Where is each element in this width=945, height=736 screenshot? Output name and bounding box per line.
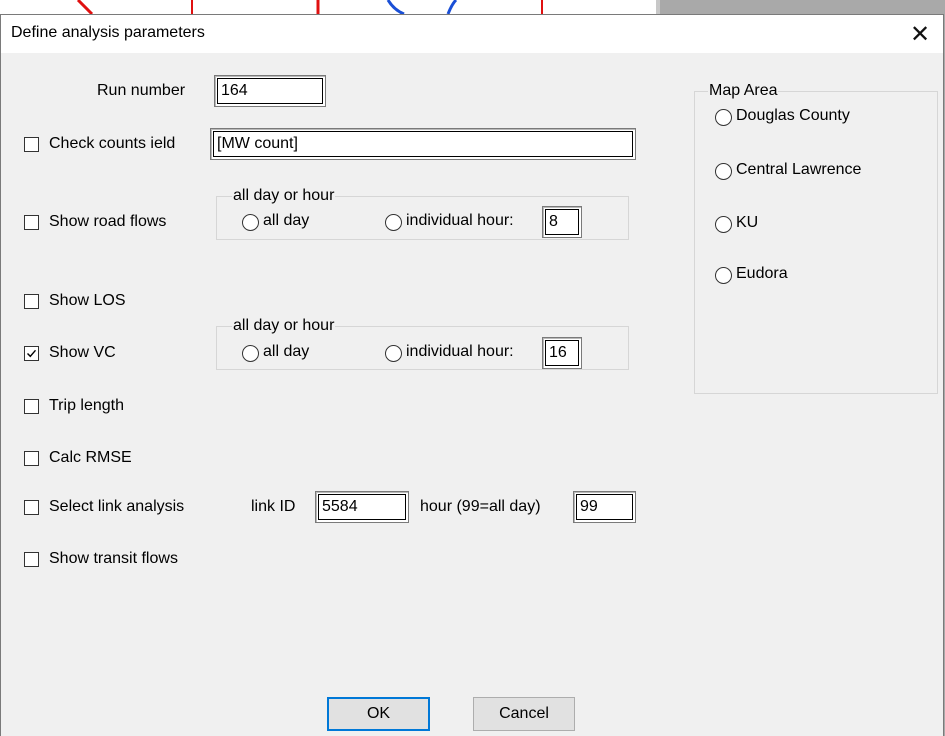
map-area-option-label: KU bbox=[736, 214, 759, 231]
trip-length-label: Trip length bbox=[49, 397, 124, 414]
cancel-button[interactable]: Cancel bbox=[473, 697, 575, 731]
trip-length-checkbox[interactable] bbox=[24, 399, 39, 414]
map-area-option-label: Central Lawrence bbox=[736, 161, 862, 178]
close-button[interactable]: ✕ bbox=[897, 15, 943, 53]
check-counts-checkbox[interactable] bbox=[24, 137, 39, 152]
road-flows-all-day-label: all day bbox=[263, 212, 310, 229]
link-id-input[interactable]: 5584 bbox=[315, 491, 409, 523]
show-transit-flows-checkbox[interactable] bbox=[24, 552, 39, 567]
map-area-group bbox=[694, 91, 938, 394]
map-area-option-label: Douglas County bbox=[736, 107, 850, 124]
vc-hour-input[interactable]: 16 bbox=[542, 337, 582, 369]
show-road-flows-checkbox[interactable] bbox=[24, 215, 39, 230]
calc-rmse-label: Calc RMSE bbox=[49, 449, 132, 466]
show-los-label: Show LOS bbox=[49, 292, 126, 309]
check-counts-label: Check counts ield bbox=[49, 135, 176, 152]
background-map-fragment bbox=[76, 0, 543, 14]
link-id-label: link ID bbox=[251, 498, 296, 515]
link-hour-label: hour (99=all day) bbox=[420, 498, 541, 515]
show-vc-label: Show VC bbox=[49, 344, 116, 361]
select-link-label: Select link analysis bbox=[49, 498, 185, 515]
road-flows-hour-input[interactable]: 8 bbox=[542, 206, 582, 238]
vc-individual-hour-radio[interactable] bbox=[385, 345, 402, 362]
map-area-radio[interactable] bbox=[715, 163, 732, 180]
road-flows-group-title: all day or hour bbox=[232, 187, 336, 205]
dialog-title: Define analysis parameters bbox=[11, 24, 205, 41]
select-link-checkbox[interactable] bbox=[24, 500, 39, 515]
road-flows-all-day-radio[interactable] bbox=[242, 214, 259, 231]
vc-all-day-label: all day bbox=[263, 343, 310, 360]
calc-rmse-checkbox[interactable] bbox=[24, 451, 39, 466]
run-number-label: Run number bbox=[97, 82, 186, 99]
map-area-title: Map Area bbox=[708, 82, 779, 100]
check-counts-field-input[interactable]: [MW count] bbox=[210, 128, 636, 160]
vc-individual-hour-label: individual hour: bbox=[406, 343, 514, 360]
map-area-radio[interactable] bbox=[715, 267, 732, 284]
close-icon: ✕ bbox=[909, 20, 931, 48]
background-window-strip bbox=[0, 0, 660, 14]
map-area-option-label: Eudora bbox=[736, 265, 788, 282]
vc-all-day-radio[interactable] bbox=[242, 345, 259, 362]
dialog-titlebar: Define analysis parameters ✕ bbox=[1, 15, 943, 53]
checkmark-icon bbox=[27, 349, 37, 358]
show-los-checkbox[interactable] bbox=[24, 294, 39, 309]
show-road-flows-label: Show road flows bbox=[49, 213, 167, 230]
show-transit-flows-label: Show transit flows bbox=[49, 550, 178, 567]
show-vc-checkbox[interactable] bbox=[24, 346, 39, 361]
link-hour-input[interactable]: 99 bbox=[573, 491, 636, 523]
map-area-radio[interactable] bbox=[715, 109, 732, 126]
run-number-input[interactable]: 164 bbox=[214, 75, 326, 107]
vc-group-title: all day or hour bbox=[232, 317, 336, 335]
ok-button[interactable]: OK bbox=[327, 697, 430, 731]
map-area-radio[interactable] bbox=[715, 216, 732, 233]
analysis-parameters-dialog: Define analysis parameters ✕ Run number … bbox=[0, 14, 944, 736]
road-flows-individual-hour-label: individual hour: bbox=[406, 212, 514, 229]
road-flows-individual-hour-radio[interactable] bbox=[385, 214, 402, 231]
